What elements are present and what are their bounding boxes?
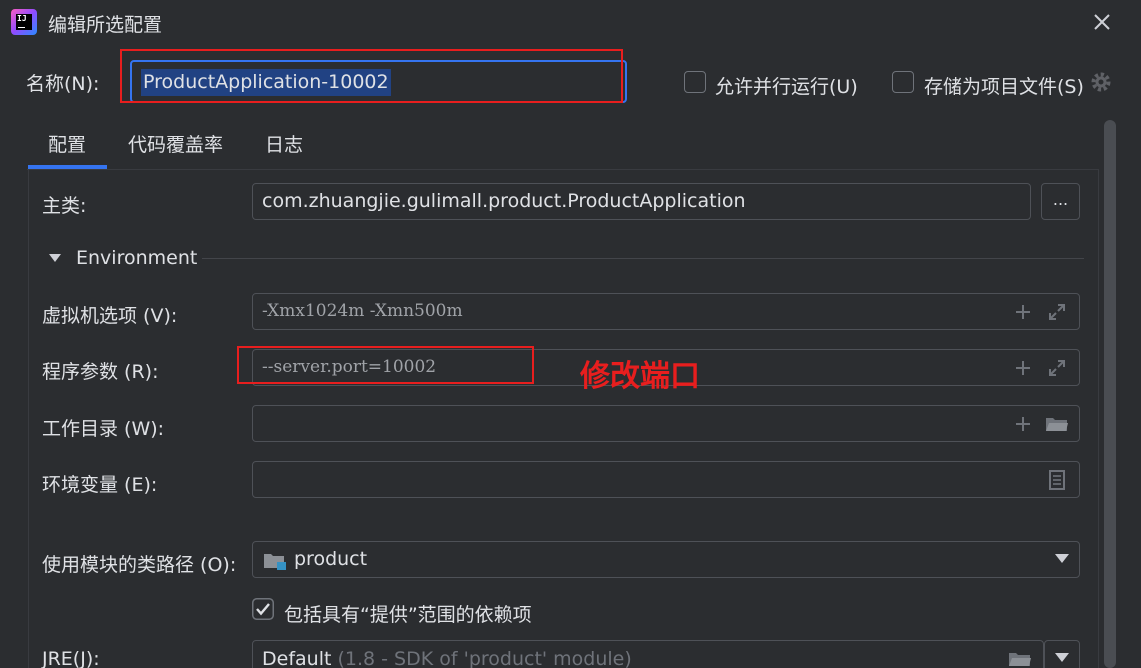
annotation-box-port <box>237 346 534 384</box>
main-class-value: com.zhuangjie.gulimall.product.ProductAp… <box>262 190 746 212</box>
vm-options-label: 虚拟机选项 (V): <box>42 305 178 327</box>
jre-value: Default (1.8 - SDK of 'product' module) <box>262 648 632 668</box>
close-icon[interactable] <box>1088 8 1116 36</box>
add-icon[interactable] <box>1013 414 1033 434</box>
tab-configuration[interactable]: 配置 <box>48 130 86 157</box>
tab-code-coverage[interactable]: 代码覆盖率 <box>128 130 223 157</box>
folder-icon[interactable] <box>1045 414 1069 434</box>
env-vars-input[interactable] <box>252 461 1080 498</box>
add-icon[interactable] <box>1013 358 1033 378</box>
env-vars-label: 环境变量 (E): <box>42 474 158 496</box>
main-class-label: 主类: <box>42 195 87 217</box>
chevron-down-icon[interactable] <box>1055 554 1069 563</box>
collapse-triangle-icon[interactable] <box>48 247 62 269</box>
provided-scope-label[interactable]: 包括具有“提供”范围的依赖项 <box>284 600 532 627</box>
section-divider <box>202 258 1084 259</box>
logo-text: IJ <box>16 14 32 30</box>
browse-main-class-button[interactable]: ... <box>1041 183 1080 220</box>
program-args-label: 程序参数 (R): <box>42 361 159 383</box>
main-class-input[interactable]: com.zhuangjie.gulimall.product.ProductAp… <box>252 183 1031 220</box>
store-as-project-file-checkbox[interactable] <box>892 71 914 93</box>
classpath-label: 使用模块的类路径 (O): <box>42 554 237 576</box>
vm-options-input[interactable]: -Xmx1024m -Xmn500m <box>252 293 1080 330</box>
parallel-run-label[interactable]: 允许并行运行(U) <box>715 72 858 99</box>
annotation-text: 修改端口 <box>580 359 700 394</box>
document-icon[interactable] <box>1047 470 1067 490</box>
jre-default: Default <box>262 648 332 668</box>
classpath-module-select[interactable]: product <box>252 541 1080 578</box>
provided-scope-checkbox[interactable] <box>252 598 274 620</box>
title-bar: IJ 编辑所选配置 <box>0 0 1141 46</box>
parallel-run-checkbox[interactable] <box>684 71 706 93</box>
vm-options-value: -Xmx1024m -Xmn500m <box>262 301 463 321</box>
vertical-scrollbar[interactable] <box>1104 120 1116 668</box>
folder-icon[interactable] <box>1008 649 1032 668</box>
jre-detail: (1.8 - SDK of 'product' module) <box>337 648 632 668</box>
working-dir-input[interactable] <box>252 405 1080 442</box>
tab-logs[interactable]: 日志 <box>265 130 303 157</box>
chevron-down-icon[interactable] <box>1055 653 1069 662</box>
add-icon[interactable] <box>1013 302 1033 322</box>
jre-label: JRE(J): <box>42 648 100 668</box>
working-dir-label: 工作目录 (W): <box>42 418 165 440</box>
jre-dropdown-button[interactable] <box>1044 640 1080 668</box>
jre-select[interactable]: Default (1.8 - SDK of 'product' module) <box>252 640 1044 668</box>
name-label: 名称(N): <box>26 73 100 95</box>
annotation-box-name <box>120 49 623 103</box>
classpath-module-value: product <box>294 548 368 570</box>
module-folder-icon <box>264 554 286 570</box>
intellij-logo-icon: IJ <box>11 9 37 35</box>
store-as-project-file-label[interactable]: 存储为项目文件(S) <box>924 72 1084 99</box>
expand-icon[interactable] <box>1047 302 1067 322</box>
gear-icon[interactable] <box>1089 70 1113 94</box>
expand-icon[interactable] <box>1047 358 1067 378</box>
environment-section-title[interactable]: Environment <box>76 247 197 269</box>
window-title: 编辑所选配置 <box>48 14 163 36</box>
